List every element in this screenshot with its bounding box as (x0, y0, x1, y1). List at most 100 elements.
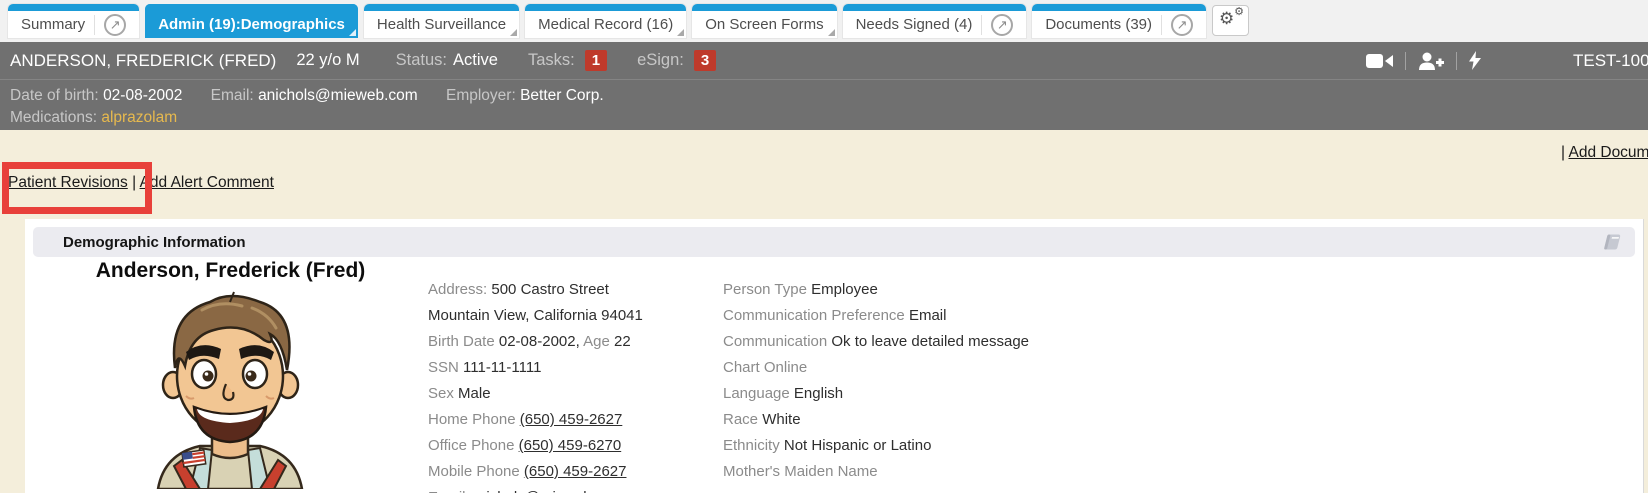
comm-preference-value: Email (909, 307, 947, 324)
email-row: Email anichols@mieweb.com (428, 485, 728, 493)
demographics-column-2: Person Type Employee Communication Prefe… (723, 277, 1153, 485)
panel-title: Demographic Information (63, 234, 246, 251)
address-value-2: Mountain View, California 94041 (428, 307, 643, 324)
divider (1456, 52, 1457, 70)
communication-value: Ok to leave detailed message (831, 333, 1029, 350)
sex-value: Male (458, 385, 491, 402)
video-camera-icon[interactable] (1366, 53, 1393, 69)
tab-documents[interactable]: Documents (39) (1032, 4, 1206, 38)
birth-date-label: Birth Date (428, 333, 495, 350)
dob-value: 02-08-2002 (103, 87, 182, 104)
chart-online-label: Chart Online (723, 359, 807, 376)
patient-revisions-link[interactable]: Patient Revisions (8, 174, 128, 191)
gears-icon: ⚙ (1234, 7, 1244, 18)
popout-icon[interactable] (1171, 14, 1193, 36)
patient-photo[interactable] (142, 288, 319, 493)
language-label: Language (723, 385, 790, 402)
esign-group: eSign: 3 (637, 50, 716, 71)
add-document-link[interactable]: Add Document (1568, 144, 1648, 161)
tab-on-screen-forms[interactable]: On Screen Forms (692, 4, 836, 38)
esign-label: eSign: (637, 51, 684, 70)
office-phone-link[interactable]: (650) 459-6270 (519, 437, 622, 454)
ethnicity-label: Ethnicity (723, 437, 780, 454)
patient-action-links: Patient Revisions | Add Alert Comment (8, 174, 274, 192)
comm-preference-row: Communication Preference Email (723, 303, 1153, 329)
tab-divider (94, 15, 95, 35)
dob-label: Date of birth: (10, 87, 99, 104)
tab-label: Documents (39) (1045, 16, 1152, 33)
communication-label: Communication (723, 333, 827, 350)
address-label: Address: (428, 281, 487, 298)
patient-info-line1: Date of birth: 02-08-2002 Email: anichol… (10, 85, 1648, 107)
person-type-row: Person Type Employee (723, 277, 1153, 303)
patient-display-name: Anderson, Frederick (Fred) (33, 259, 428, 283)
settings-button[interactable]: ⚙ ⚙ (1212, 5, 1249, 36)
patient-email-link[interactable]: anichols@mieweb.com (470, 489, 624, 493)
tasks-label: Tasks: (528, 51, 575, 70)
esign-badge[interactable]: 3 (694, 50, 716, 71)
ethnicity-row: Ethnicity Not Hispanic or Latino (723, 433, 1153, 459)
tab-label: Summary (21, 16, 85, 33)
medications-value[interactable]: alprazolam (101, 109, 177, 126)
tab-needs-signed[interactable]: Needs Signed (4) (843, 4, 1027, 38)
employer-label: Employer: (446, 87, 516, 104)
language-value: English (794, 385, 843, 402)
employer-value: Better Corp. (520, 87, 604, 104)
status-value: Active (453, 51, 498, 70)
address-row-2: Mountain View, California 94041 (428, 303, 728, 329)
patient-name: ANDERSON, FREDERICK (FRED) (10, 51, 276, 71)
address-value: 500 Castro Street (491, 281, 609, 298)
race-value: White (762, 411, 800, 428)
tab-admin-demographics[interactable]: Admin (19):Demographics (145, 4, 358, 38)
content-area: | Add Document Patient Revisions | Add A… (0, 130, 1648, 493)
ethnicity-value: Not Hispanic or Latino (784, 437, 932, 454)
ssn-row: SSN 111-11-1111 (428, 355, 728, 381)
address-row: Address: 500 Castro Street (428, 277, 728, 303)
birth-date-value: 02-08-2002, (499, 333, 580, 350)
tab-label: Health Surveillance (377, 16, 506, 33)
add-alert-comment-link[interactable]: Add Alert Comment (140, 174, 274, 191)
birth-date-row: Birth Date 02-08-2002, Age 22 (428, 329, 728, 355)
patient-bar-actions: TEST-10025 (1366, 42, 1648, 79)
email-label: Email: (211, 87, 254, 104)
mobile-phone-row: Mobile Phone (650) 459-2627 (428, 459, 728, 485)
status-group: Status: Active (396, 51, 498, 70)
book-icon[interactable] (1600, 233, 1621, 251)
tasks-badge[interactable]: 1 (585, 50, 607, 71)
popout-icon[interactable] (991, 14, 1013, 36)
tab-divider (1161, 15, 1162, 35)
race-row: Race White (723, 407, 1153, 433)
chart-tab-bar: Summary Admin (19):Demographics Health S… (0, 0, 1648, 42)
tab-summary[interactable]: Summary (8, 4, 139, 38)
home-phone-link[interactable]: (650) 459-2627 (520, 411, 623, 428)
demographic-panel-header: Demographic Information (33, 227, 1635, 257)
patient-email-label: Email (428, 489, 466, 493)
office-phone-label: Office Phone (428, 437, 514, 454)
patient-summary-column: Anderson, Frederick (Fred) (33, 259, 428, 493)
office-phone-row: Office Phone (650) 459-6270 (428, 433, 728, 459)
mobile-phone-link[interactable]: (650) 459-2627 (524, 463, 627, 480)
medications-label: Medications: (10, 109, 97, 126)
mobile-phone-label: Mobile Phone (428, 463, 520, 480)
tab-health-surveillance[interactable]: Health Surveillance (364, 4, 519, 38)
person-add-icon[interactable] (1418, 52, 1444, 70)
status-label: Status: (396, 51, 447, 70)
home-phone-label: Home Phone (428, 411, 516, 428)
tab-medical-record[interactable]: Medical Record (16) (525, 4, 686, 38)
comm-preference-label: Communication Preference (723, 307, 905, 324)
tab-divider (981, 15, 982, 35)
popout-icon[interactable] (104, 14, 126, 36)
lightning-icon[interactable] (1469, 51, 1481, 70)
tab-label: On Screen Forms (705, 16, 823, 33)
ssn-label: SSN (428, 359, 459, 376)
tab-label: Admin (19):Demographics (158, 16, 345, 33)
mothers-maiden-label: Mother's Maiden Name (723, 463, 878, 480)
demographics-column-1: Address: 500 Castro Street Mountain View… (428, 277, 728, 493)
chart-id: TEST-10025 (1573, 51, 1648, 71)
race-label: Race (723, 411, 758, 428)
link-separator: | (1561, 144, 1565, 161)
chart-online-row: Chart Online (723, 355, 1153, 381)
patient-info-bar: Date of birth: 02-08-2002 Email: anichol… (0, 79, 1648, 130)
tab-label: Medical Record (16) (538, 16, 673, 33)
home-phone-row: Home Phone (650) 459-2627 (428, 407, 728, 433)
